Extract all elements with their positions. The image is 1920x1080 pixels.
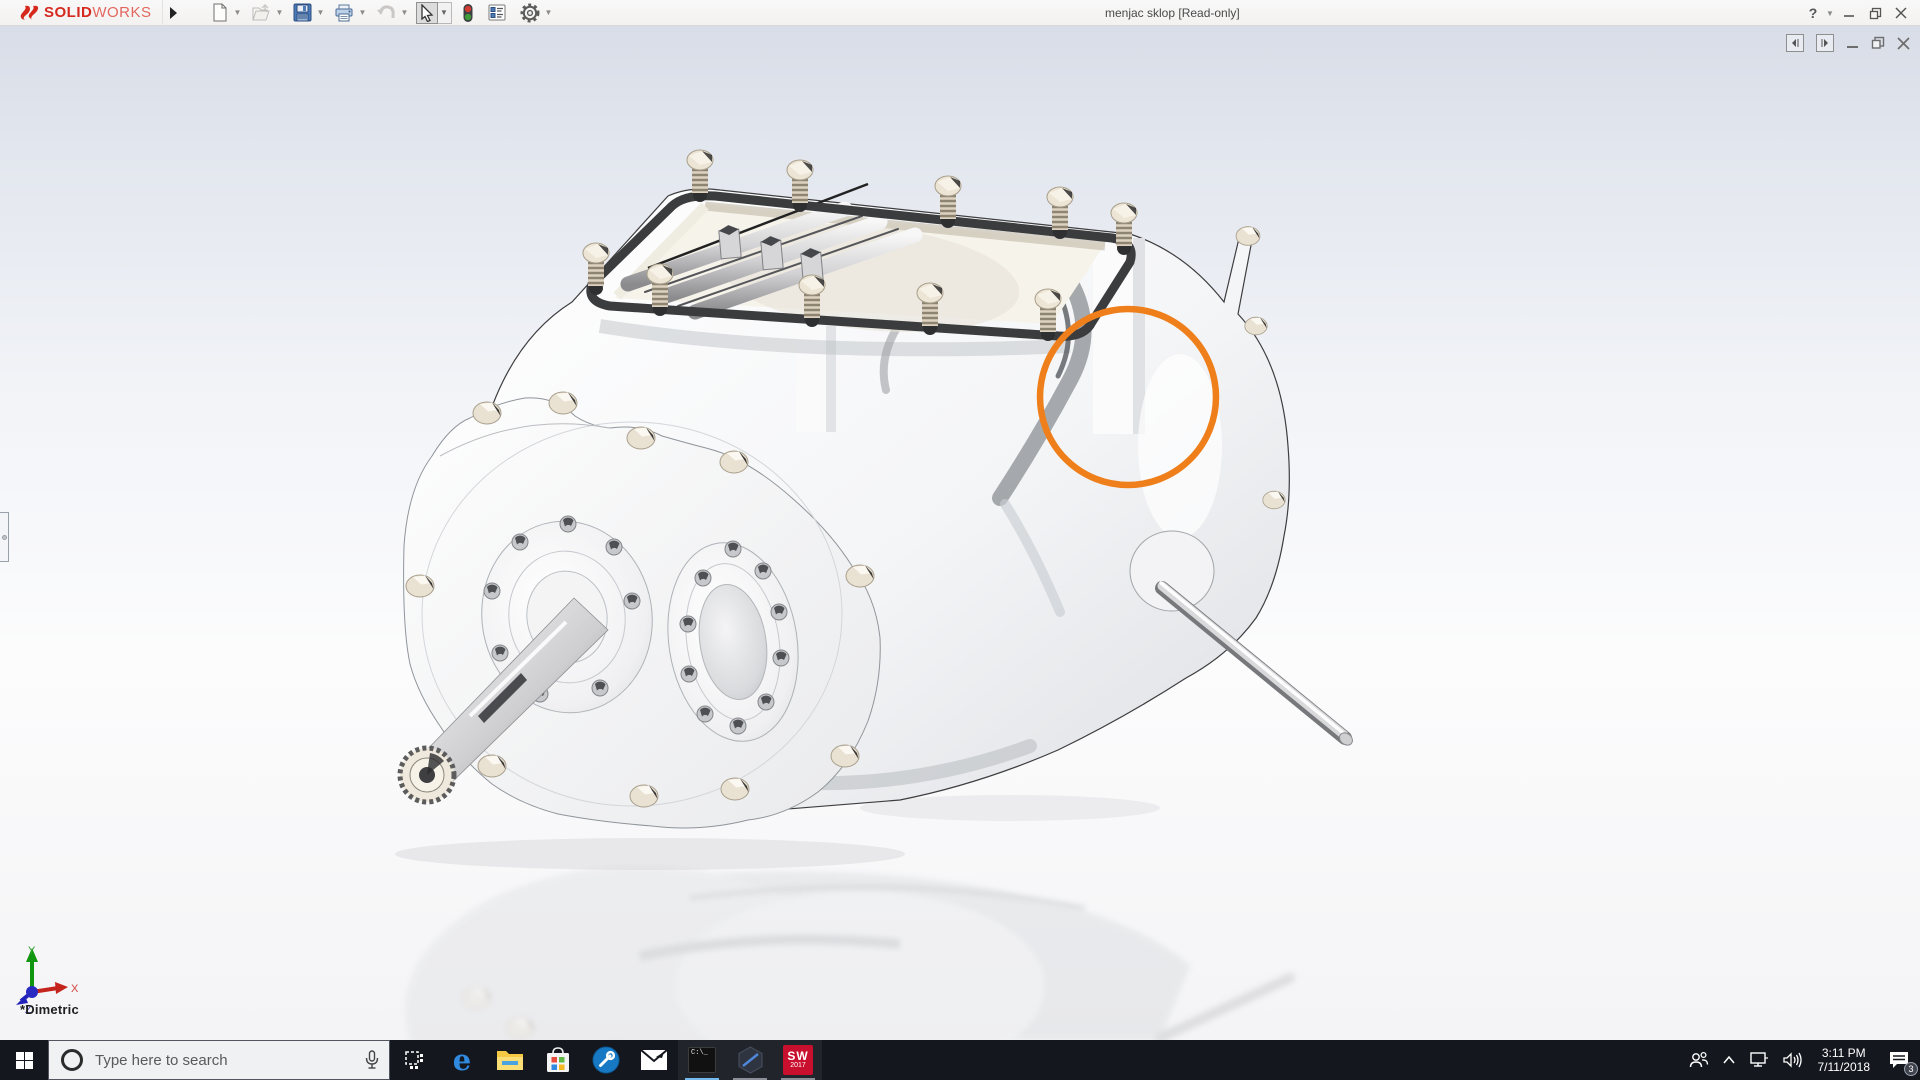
- system-tray: 3:11 PM 7/11/2018 3: [1682, 1040, 1920, 1080]
- ds-3d-logo-icon: [18, 3, 44, 23]
- microphone-icon[interactable]: [365, 1050, 379, 1070]
- new-document-caret[interactable]: ▼: [233, 2, 243, 24]
- window-controls: ? ▼: [1800, 0, 1914, 26]
- triad-x-label: X: [71, 983, 79, 995]
- triad-y-label: Y: [28, 945, 36, 957]
- flyout-tab-dot: [2, 535, 7, 540]
- edge-icon: e: [453, 1046, 471, 1075]
- hex-bolt: [1245, 317, 1267, 335]
- notification-badge: 3: [1904, 1062, 1918, 1076]
- select-cursor-icon: [420, 4, 434, 22]
- network-button[interactable]: [1742, 1040, 1776, 1080]
- search-input[interactable]: [95, 1052, 355, 1069]
- select-tool-button[interactable]: [416, 2, 438, 24]
- tray-date: 7/11/2018: [1818, 1060, 1871, 1074]
- undo-button[interactable]: [374, 2, 398, 24]
- brand-works-text: WORKS: [92, 4, 151, 21]
- help-button[interactable]: ?: [1800, 2, 1826, 24]
- print-caret[interactable]: ▼: [358, 2, 368, 24]
- volume-button[interactable]: [1776, 1040, 1810, 1080]
- task-view-icon: [405, 1051, 424, 1070]
- close-button[interactable]: [1888, 2, 1914, 24]
- brand-solid-text: SOLID: [44, 4, 92, 21]
- open-folder-icon: [251, 4, 271, 22]
- undo-arrow-icon: [376, 4, 396, 21]
- minimize-button[interactable]: [1836, 2, 1862, 24]
- mail-icon: [640, 1049, 668, 1071]
- wrench-tool-icon: [592, 1046, 620, 1074]
- hidden-icons-chevron[interactable]: [1716, 1040, 1742, 1080]
- print-icon: [334, 4, 354, 22]
- taskbar-app-mail[interactable]: [630, 1040, 678, 1080]
- hexagon-app-icon: [737, 1046, 764, 1074]
- taskbar-app-file-explorer[interactable]: [486, 1040, 534, 1080]
- options-caret[interactable]: ▼: [544, 2, 554, 24]
- rebuild-traffic-light-icon: [462, 3, 474, 23]
- select-tool-caret[interactable]: ▼: [438, 2, 452, 24]
- save-floppy-icon: [293, 3, 312, 22]
- graphics-viewport[interactable]: Y X Z *Dimetric: [0, 26, 1920, 1040]
- expand-right-pane-button[interactable]: [1816, 34, 1834, 52]
- titlebar: SOLIDWORKS ▼ ▼ ▼: [0, 0, 1920, 26]
- taskbar-app-solidworks[interactable]: SW 2017: [774, 1040, 822, 1080]
- clock[interactable]: 3:11 PM 7/11/2018: [1810, 1040, 1879, 1080]
- floor-reflection: [405, 866, 1290, 1040]
- taskbar-app-support-tool[interactable]: [582, 1040, 630, 1080]
- doc-close-button[interactable]: [1897, 37, 1910, 50]
- speaker-icon: [1783, 1052, 1803, 1068]
- start-button[interactable]: [0, 1040, 48, 1080]
- chevron-up-icon: [1723, 1056, 1735, 1064]
- doc-minimize-button[interactable]: [1846, 37, 1859, 50]
- document-window-controls: [1774, 34, 1910, 52]
- splined-shaft-end: [400, 748, 454, 802]
- options-gear-icon: [520, 3, 540, 23]
- cortana-icon: [61, 1049, 83, 1071]
- help-caret[interactable]: ▼: [1826, 9, 1836, 18]
- restore-button[interactable]: [1862, 2, 1888, 24]
- main-toolbar: ▼ ▼ ▼ ▼: [209, 0, 560, 26]
- open-caret[interactable]: ▼: [275, 2, 285, 24]
- file-properties-icon: [488, 4, 506, 21]
- new-document-icon: [211, 3, 229, 22]
- windows-logo-icon: [16, 1052, 33, 1069]
- windows-taskbar: e C:\_: [0, 1040, 1920, 1080]
- feature-manager-flyout-tab[interactable]: [0, 512, 9, 562]
- save-caret[interactable]: ▼: [316, 2, 326, 24]
- taskbar-app-hexagon[interactable]: [726, 1040, 774, 1080]
- command-prompt-icon: C:\_: [688, 1047, 716, 1073]
- menu-expand-arrow[interactable]: [165, 3, 181, 23]
- taskbar-app-command-prompt[interactable]: C:\_: [678, 1040, 726, 1080]
- taskbar-app-edge[interactable]: e: [438, 1040, 486, 1080]
- people-icon: [1689, 1051, 1709, 1069]
- network-icon: [1749, 1052, 1769, 1068]
- open-button[interactable]: [249, 2, 273, 24]
- print-button[interactable]: [332, 2, 356, 24]
- undo-caret[interactable]: ▼: [400, 2, 410, 24]
- taskbar-app-store[interactable]: [534, 1040, 582, 1080]
- file-explorer-icon: [496, 1048, 524, 1072]
- tray-time: 3:11 PM: [1818, 1046, 1871, 1060]
- collapse-left-pane-button[interactable]: [1786, 34, 1804, 52]
- hex-bolt: [1236, 227, 1260, 246]
- rebuild-button[interactable]: [460, 2, 476, 24]
- view-orientation-label: *Dimetric: [20, 1002, 79, 1017]
- solidworks-2017-icon: SW 2017: [783, 1045, 813, 1075]
- file-properties-button[interactable]: [486, 2, 508, 24]
- hex-bolt: [1263, 491, 1285, 509]
- action-center-button[interactable]: 3: [1878, 1040, 1920, 1080]
- task-view-button[interactable]: [390, 1040, 438, 1080]
- microsoft-store-icon: [545, 1047, 571, 1073]
- gearbox-3d-model[interactable]: [0, 26, 1920, 1040]
- new-document-button[interactable]: [209, 2, 231, 24]
- doc-restore-button[interactable]: [1871, 36, 1885, 50]
- people-button[interactable]: [1682, 1040, 1716, 1080]
- taskbar-search[interactable]: [48, 1040, 390, 1080]
- solidworks-logo: SOLIDWORKS: [0, 0, 163, 26]
- contact-shadow: [395, 838, 905, 870]
- document-title: menjac sklop [Read-only]: [1105, 0, 1240, 26]
- options-button[interactable]: [518, 2, 542, 24]
- save-button[interactable]: [291, 2, 314, 24]
